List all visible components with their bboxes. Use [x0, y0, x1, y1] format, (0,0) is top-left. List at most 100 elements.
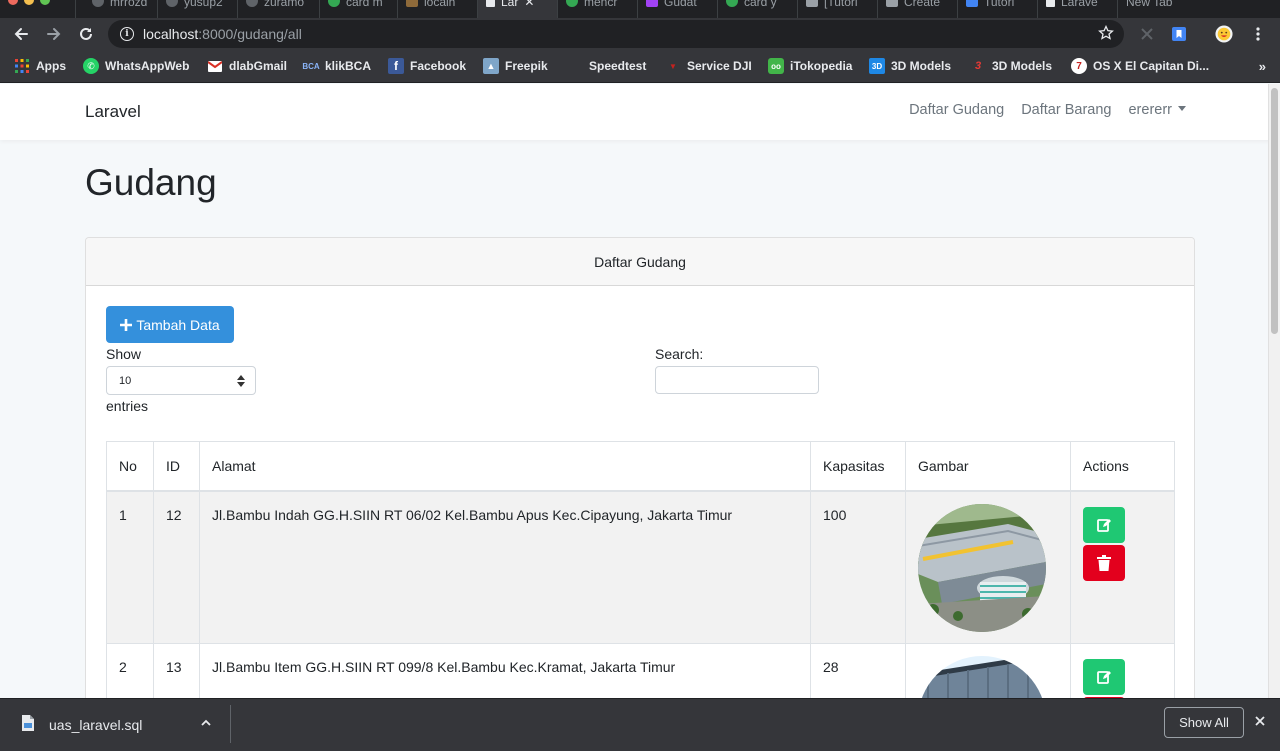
bookmark-os-x[interactable]: 7 OS X El Capitan Di... — [1071, 57, 1209, 75]
window-minimize-dot-icon[interactable] — [24, 0, 34, 5]
tambah-data-label: Tambah Data — [136, 316, 220, 333]
reload-button[interactable] — [74, 22, 98, 46]
tab-active[interactable]: Lar ✕ — [478, 0, 558, 18]
freepik-icon: ▲ — [483, 58, 499, 74]
bookmark-label: OS X El Capitan Di... — [1093, 59, 1210, 73]
page-length-value: 10 — [119, 374, 132, 387]
column-header-actions[interactable]: Actions — [1070, 441, 1175, 492]
chrome-icon — [566, 0, 578, 7]
back-button[interactable] — [9, 22, 33, 46]
tab[interactable]: New Tab — [1118, 0, 1198, 18]
caret-down-icon — [1178, 106, 1186, 111]
tab[interactable]: Tutori — [958, 0, 1038, 18]
page-icon — [886, 0, 898, 7]
url-host: localhost — [143, 26, 199, 42]
file-icon — [21, 715, 35, 736]
page-length-select[interactable]: 10 — [106, 366, 256, 395]
bookmark-label: 3D Models — [992, 59, 1053, 73]
window-close-dot-icon[interactable] — [8, 0, 18, 5]
bookmark-speedtest[interactable]: Speedtest — [567, 57, 646, 75]
column-header-gambar[interactable]: Gambar — [905, 441, 1071, 492]
nav-link-daftar-gudang[interactable]: Daftar Gudang — [909, 102, 1004, 118]
tab[interactable]: mencr — [558, 0, 638, 18]
gudang-card: Daftar Gudang Tambah Data Show 10 entrie… — [85, 237, 1195, 751]
apps-grid-icon — [14, 58, 30, 74]
bookmark-label: iTokopedia — [790, 59, 853, 73]
window-zoom-dot-icon[interactable] — [40, 0, 50, 5]
tab[interactable]: Gudat — [638, 0, 718, 18]
download-filename[interactable]: uas_laravel.sql — [49, 717, 142, 733]
page-title: Gudang — [85, 162, 217, 203]
bookmark-label: 3D Models — [891, 59, 952, 73]
cell-gambar — [905, 490, 1071, 644]
user-dropdown[interactable]: erererr — [1128, 102, 1186, 118]
tab-label: Create — [904, 0, 941, 9]
browser-toolbar: i localhost:8000/gudang/all — [0, 18, 1280, 49]
tab-label: New Tab — [1126, 0, 1173, 9]
select-arrows-icon — [237, 375, 245, 390]
github-icon — [166, 0, 178, 7]
tab[interactable]: [Tutori — [798, 0, 878, 18]
column-header-id[interactable]: ID — [153, 441, 200, 492]
close-tab-icon[interactable]: ✕ — [524, 0, 534, 9]
reload-icon — [80, 27, 92, 40]
column-header-kapasitas[interactable]: Kapasitas — [810, 441, 906, 492]
profile-avatar-icon[interactable] — [1215, 25, 1233, 43]
bookmark-dlabgmail[interactable]: dlabGmail — [207, 57, 287, 75]
tab[interactable]: yusup2 — [158, 0, 238, 18]
tab[interactable]: Create — [878, 0, 958, 18]
nav-link-daftar-barang[interactable]: Daftar Barang — [1021, 102, 1111, 118]
tab[interactable]: card y — [718, 0, 798, 18]
table-header-row: No ID Alamat Kapasitas Gambar Actions — [106, 441, 1175, 492]
tab-label: localh — [424, 0, 456, 9]
bookmarks-overflow-icon[interactable]: » — [1259, 59, 1266, 74]
bookmark-klikbca[interactable]: BCA klikBCA — [302, 57, 371, 75]
bca-icon: BCA — [302, 61, 320, 71]
bookmark-extension-icon[interactable] — [1170, 25, 1188, 43]
tab[interactable]: mrrozd — [84, 0, 158, 18]
url-text: localhost:8000/gudang/all — [143, 26, 302, 42]
delete-button[interactable] — [1083, 544, 1125, 581]
column-header-alamat[interactable]: Alamat — [199, 441, 811, 492]
bookmark-itokopedia[interactable]: oo iTokopedia — [768, 57, 852, 75]
bookmarks-bar: Apps ✆ WhatsAppWeb dlabGmail BCA klikBCA… — [0, 49, 1280, 83]
card-header: Daftar Gudang — [86, 238, 1194, 286]
close-icon[interactable] — [1253, 714, 1267, 733]
edit-button[interactable] — [1083, 659, 1125, 695]
tab-label: Gudat — [664, 0, 697, 9]
show-all-button[interactable]: Show All — [1164, 707, 1244, 738]
url-path: :8000/gudang/all — [198, 26, 302, 42]
tab[interactable]: zuramo — [238, 0, 320, 18]
document-icon — [486, 0, 495, 7]
tab[interactable]: card m — [320, 0, 398, 18]
bookmark-whatsappweb[interactable]: ✆ WhatsAppWeb — [83, 57, 189, 75]
bookmark-label: Freepik — [505, 59, 548, 73]
search-input[interactable] — [655, 366, 819, 394]
bookmark-star-icon[interactable] — [1098, 24, 1114, 46]
extension-x-icon[interactable] — [1138, 25, 1156, 43]
page-scrollbar[interactable] — [1268, 84, 1280, 698]
navbar-brand[interactable]: Laravel — [85, 102, 141, 122]
column-header-no[interactable]: No — [106, 441, 154, 492]
tab[interactable]: localh — [398, 0, 478, 18]
tab[interactable] — [0, 0, 76, 18]
tab[interactable]: Larave — [1038, 0, 1118, 18]
bookmark-3d-models-2[interactable]: 3 3D Models — [970, 57, 1052, 75]
chevron-up-icon[interactable] — [199, 716, 213, 735]
browser-menu-icon[interactable] — [1249, 25, 1267, 43]
forward-button[interactable] — [42, 22, 66, 46]
show-label: Show — [106, 346, 142, 362]
tambah-data-button[interactable]: Tambah Data — [106, 306, 234, 343]
app-navbar: Laravel Daftar Gudang Daftar Barang erer… — [0, 84, 1280, 140]
bookmark-apps[interactable]: Apps — [14, 57, 66, 75]
edit-button[interactable] — [1083, 506, 1125, 543]
bookmark-facebook[interactable]: f Facebook — [388, 57, 466, 75]
bookmark-freepik[interactable]: ▲ Freepik — [483, 57, 548, 75]
address-bar[interactable]: i localhost:8000/gudang/all — [108, 20, 1124, 48]
scrollbar-thumb[interactable] — [1271, 88, 1278, 334]
bookmark-service-dji[interactable]: ▼ Service DJI — [665, 57, 752, 75]
page-icon — [406, 0, 418, 7]
back-arrow-icon — [14, 28, 28, 40]
site-info-icon[interactable]: i — [120, 27, 134, 41]
bookmark-3d-models[interactable]: 3D 3D Models — [869, 57, 951, 75]
